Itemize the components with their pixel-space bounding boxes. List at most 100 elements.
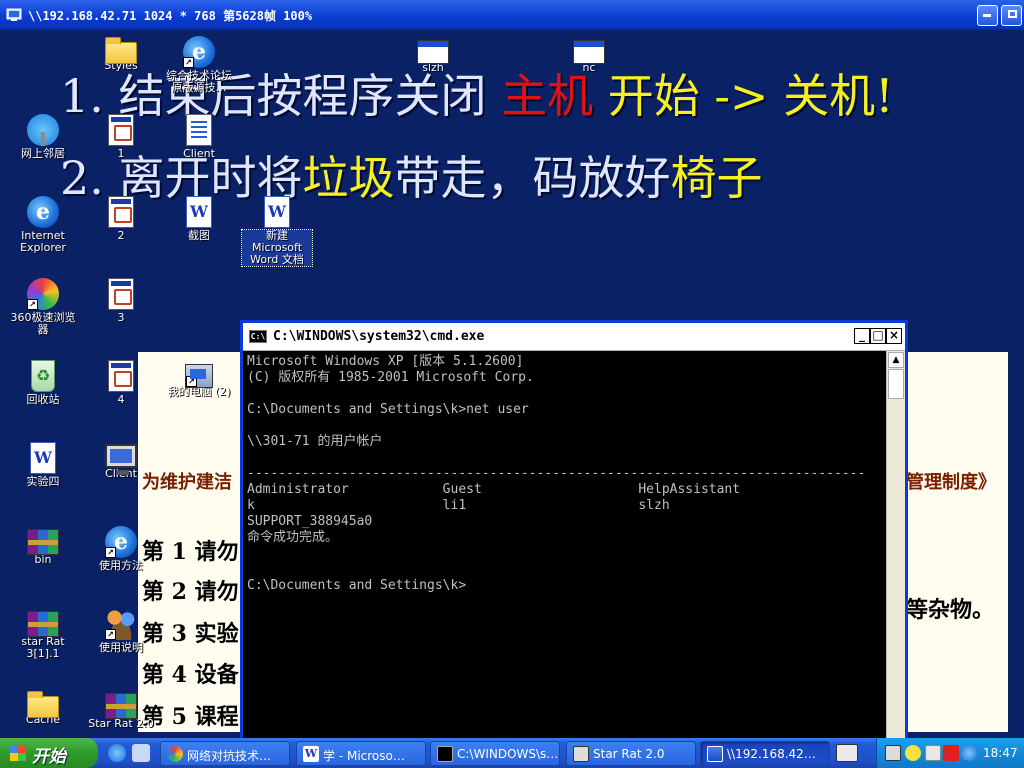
document-rule-4: 第 4 设备: [142, 662, 239, 688]
remote-viewer-titlebar[interactable]: \\192.168.42.71 1024 * 768 第5628帧 100%: [0, 0, 1024, 30]
internet-explorer-icon: e: [27, 196, 59, 228]
cmd-system-icon[interactable]: C:\: [249, 330, 267, 343]
app-window-icon: [573, 40, 605, 64]
exe-icon: [108, 360, 134, 392]
notice-1-highlight-yellow: 开始 -> 关机!: [593, 69, 894, 123]
icon-label: 回收站: [26, 393, 60, 406]
icon-label: 网上邻居: [21, 147, 65, 160]
desktop-icon-forum[interactable]: e ↗ 综合技术论坛 原版源技…: [164, 36, 234, 94]
desktop-icon-recycle-bin[interactable]: ♻ 回收站: [8, 360, 78, 406]
exe-icon: [108, 278, 134, 310]
desktop-icon-cache[interactable]: Cache: [8, 690, 78, 726]
icon-label: 3: [117, 311, 125, 324]
console-prompt-line: C:\Documents and Settings\k>: [247, 578, 467, 593]
taskbar-button-label: 网络对抗技术…: [187, 749, 272, 763]
taskbar-button-word[interactable]: W 学 - Microso…: [296, 741, 426, 766]
word-doc-icon: W: [30, 442, 56, 474]
remote-minimize-button[interactable]: [977, 5, 998, 26]
keyboard-language-icon[interactable]: [836, 744, 858, 762]
folder-icon: [27, 691, 59, 718]
desktop-icon-styles[interactable]: Styles: [86, 36, 156, 72]
users-shortcut-icon: ↗: [105, 608, 137, 640]
desktop-icon-new-word-doc[interactable]: W 新建 Microsoft Word 文档: [241, 196, 313, 267]
desktop-icon-4[interactable]: 4: [86, 360, 156, 406]
security-tray-icon[interactable]: [925, 745, 941, 761]
cmd-title: C:\WINDOWS\system32\cmd.exe: [273, 329, 485, 344]
cmd-titlebar[interactable]: C:\ C:\WINDOWS\system32\cmd.exe _ □ ×: [243, 323, 905, 351]
quicklaunch-ie-icon[interactable]: [108, 744, 126, 762]
desktop-icon-star-rat-2[interactable]: Star Rat 2.0: [86, 690, 156, 730]
icon-label: 新建 Microsoft Word 文档: [241, 229, 313, 267]
desktop-icon-internet-explorer[interactable]: e Internet Explorer: [8, 196, 78, 254]
cmd-close-button[interactable]: ×: [886, 328, 902, 344]
taskbar-button-star-rat[interactable]: Star Rat 2.0: [566, 741, 696, 766]
desktop-icon-network-places[interactable]: 网上邻居: [8, 114, 78, 160]
document-rule-1: 第 1 请勿: [142, 539, 239, 565]
word-doc-icon: W: [186, 196, 212, 228]
scrollbar-thumb[interactable]: [888, 369, 904, 399]
icon-label: Client: [183, 147, 215, 160]
desktop-icon-my-computer[interactable]: ↗ 我的电脑 (2): [164, 360, 234, 398]
desktop-icon-2[interactable]: 2: [86, 196, 156, 242]
notice-1-highlight-red: 主机: [501, 69, 594, 123]
notice-2-middle: 带走，码放好: [394, 151, 671, 205]
notice-2-highlight-2: 椅子: [670, 151, 763, 205]
desktop-icon-experiment-4[interactable]: W 实验四: [8, 442, 78, 488]
icon-label: 2: [117, 229, 125, 242]
icon-label: 综合技术论坛 原版源技…: [166, 69, 232, 94]
quicklaunch-show-desktop-icon[interactable]: [132, 744, 150, 762]
taskbar-button-label: Star Rat 2.0: [593, 747, 665, 761]
start-label: 开始: [32, 747, 66, 767]
taskbar-button-cmd[interactable]: C:\WINDOWS\s…: [430, 741, 560, 766]
remote-restore-button[interactable]: [1001, 5, 1022, 26]
cmd-minimize-button[interactable]: _: [854, 328, 870, 344]
network-places-icon: [27, 114, 59, 146]
console-line: ----------------------------------------…: [247, 466, 866, 481]
taskbar: 开始 网络对抗技术… W 学 - Microso… C:\WINDOWS\s… …: [0, 738, 1024, 768]
document-rule-3: 第 3 实验: [142, 621, 239, 647]
remote-desktop-icon: [6, 8, 22, 21]
word-doc-icon: W: [264, 196, 290, 228]
icon-label: Star Rat 2.0: [88, 717, 154, 730]
clock[interactable]: 18:47: [983, 746, 1018, 760]
monitor-icon: [105, 444, 137, 475]
cmd-window[interactable]: C:\ C:\WINDOWS\system32\cmd.exe _ □ × Mi…: [240, 320, 908, 741]
cmd-vertical-scrollbar[interactable]: ▲: [886, 351, 905, 741]
system-tray: 18:47: [876, 738, 1024, 768]
folder-icon: [105, 37, 137, 64]
icon-label: 360极速浏览器: [10, 311, 76, 336]
desktop-icon-screenshot-doc[interactable]: W 截图: [164, 196, 234, 242]
scroll-up-arrow-icon[interactable]: ▲: [888, 352, 904, 368]
taskbar-button-browser[interactable]: 网络对抗技术…: [160, 741, 290, 766]
desktop-icon-instructions[interactable]: ↗ 使用说明: [86, 608, 156, 654]
desktop-icon-360-browser[interactable]: ↗ 360极速浏览器: [8, 278, 78, 336]
alert-tray-icon[interactable]: [943, 745, 959, 761]
cmd-maximize-button[interactable]: □: [870, 328, 886, 344]
desktop-icon-usage[interactable]: e ↗ 使用方法: [86, 526, 156, 572]
desktop[interactable]: 为维护建洁 管理制度》 第 1 请勿 第 2 请勿 第 3 实验 第 4 设备 …: [0, 30, 1024, 741]
desktop-icon-bin[interactable]: bin: [8, 526, 78, 566]
taskbar-button-remote-desktop[interactable]: \\192.168.42…: [700, 741, 830, 766]
document-rule-2: 第 2 请勿: [142, 579, 239, 605]
taskbar-button-label: \\192.168.42…: [727, 747, 816, 761]
desktop-icon-star-rat-archive[interactable]: star Rat 3[1].1: [8, 608, 78, 660]
word-icon: W: [303, 746, 319, 762]
document-heading-right: 管理制度》: [906, 472, 996, 493]
desktop-icon-nc[interactable]: nc: [554, 36, 624, 74]
desktop-icon-client-program[interactable]: Client: [164, 114, 234, 160]
start-button[interactable]: 开始: [0, 738, 98, 768]
console-line: 命令成功完成。: [247, 530, 339, 545]
remote-desktop-icon: [707, 746, 723, 762]
desktop-icon-3[interactable]: 3: [86, 278, 156, 324]
desktop-icon-client-monitor[interactable]: Client: [86, 442, 156, 480]
exe-icon: [108, 196, 134, 228]
ie-tray-icon[interactable]: [961, 745, 977, 761]
recycle-bin-icon: ♻: [31, 360, 55, 392]
cmd-console-output[interactable]: Microsoft Windows XP [版本 5.1.2600] (C) 版…: [243, 351, 886, 741]
desktop-icon-1[interactable]: 1: [86, 114, 156, 160]
desktop-icon-slzh[interactable]: slzh: [398, 36, 468, 74]
console-line: SUPPORT_388945a0: [247, 514, 373, 529]
network-tray-icon[interactable]: [885, 745, 901, 761]
volume-tray-icon[interactable]: [905, 745, 921, 761]
